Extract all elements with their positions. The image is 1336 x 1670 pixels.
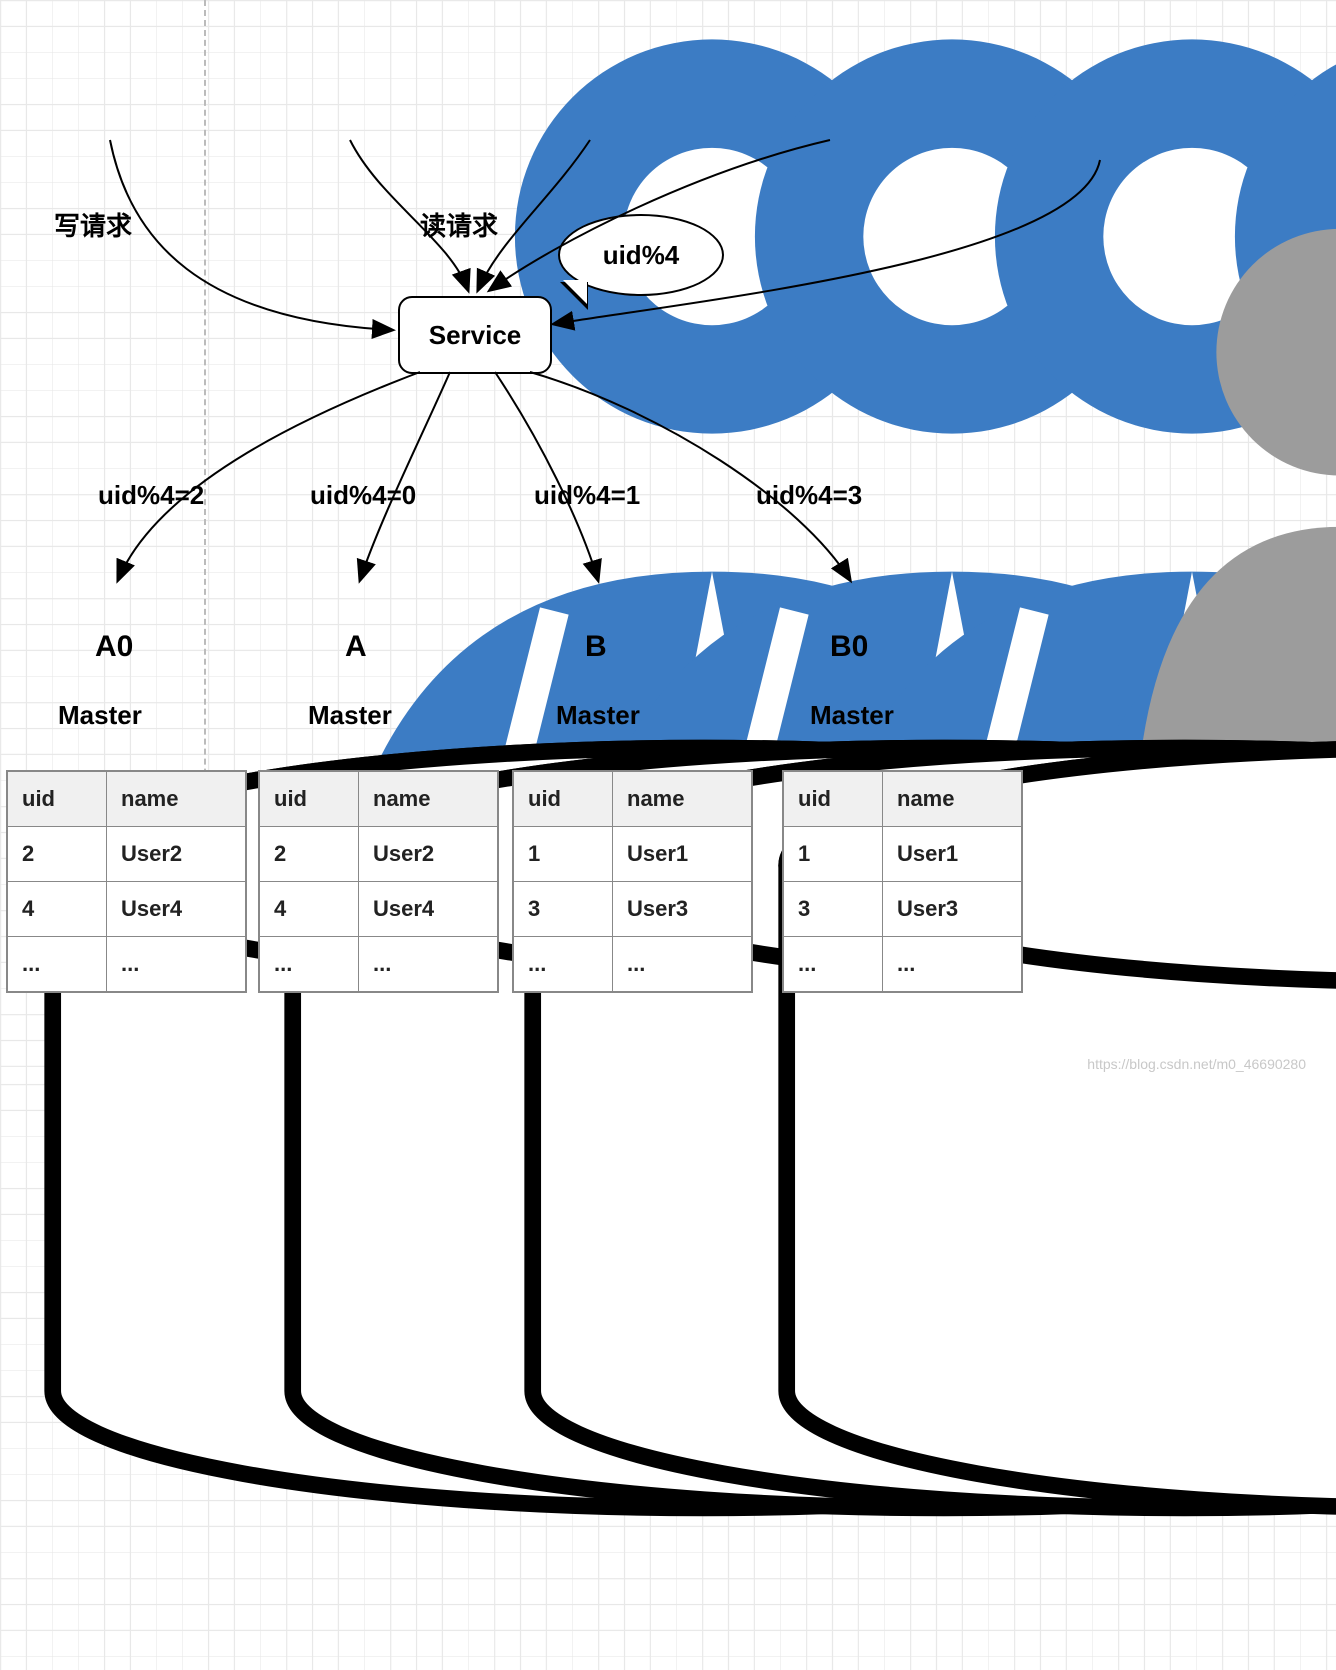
service-box: Service: [398, 296, 552, 374]
table-row: 2User2: [7, 827, 246, 882]
user-icon: [284, 0, 414, 140]
table-row: ......: [7, 937, 246, 993]
data-table-1: uidname 2User2 4User4 ......: [258, 770, 499, 993]
db-name-0: A0: [95, 630, 133, 664]
th-uid: uid: [7, 771, 107, 827]
th-uid: uid: [259, 771, 359, 827]
branch-label-2: uid%4=1: [534, 480, 640, 511]
table-row: ......: [783, 937, 1022, 993]
table-row: 4User4: [259, 882, 498, 937]
read-request-label: 读请求: [420, 206, 498, 243]
th-uid: uid: [783, 771, 883, 827]
table-row: 4User4: [7, 882, 246, 937]
th-name: name: [613, 771, 753, 827]
bubble-text: uid%4: [603, 240, 680, 271]
user-icon: [44, 0, 174, 140]
branch-label-0: uid%4=2: [98, 480, 204, 511]
write-request-label: 写请求: [54, 206, 132, 243]
th-name: name: [883, 771, 1023, 827]
data-table-0: uidname 2User2 4User4 ......: [6, 770, 247, 993]
db-name-2: B: [585, 630, 607, 664]
table-row: 1User1: [513, 827, 752, 882]
db-role-0: Master: [58, 700, 142, 731]
table-row: 3User3: [783, 882, 1022, 937]
db-name-1: A: [345, 630, 367, 664]
watermark: https://blog.csdn.net/m0_46690280: [1087, 1056, 1306, 1072]
data-table-2: uidname 1User1 3User3 ......: [512, 770, 753, 993]
table-row: 2User2: [259, 827, 498, 882]
service-label: Service: [429, 320, 522, 351]
uid-mod-bubble: uid%4: [558, 214, 724, 296]
data-table-3: uidname 1User1 3User3 ......: [782, 770, 1023, 993]
db-role-3: Master: [810, 700, 894, 731]
db-role-1: Master: [308, 700, 392, 731]
table-row: 3User3: [513, 882, 752, 937]
table-row: ......: [513, 937, 752, 993]
group-icon: [980, 0, 1260, 170]
user-icon: [524, 0, 654, 140]
table-row: ......: [259, 937, 498, 993]
branch-label-3: uid%4=3: [756, 480, 862, 511]
th-name: name: [359, 771, 499, 827]
db-name-3: B0: [830, 630, 868, 664]
table-row: 1User1: [783, 827, 1022, 882]
th-uid: uid: [513, 771, 613, 827]
user-icon: [764, 0, 894, 140]
branch-label-1: uid%4=0: [310, 480, 416, 511]
db-role-2: Master: [556, 700, 640, 731]
th-name: name: [107, 771, 247, 827]
